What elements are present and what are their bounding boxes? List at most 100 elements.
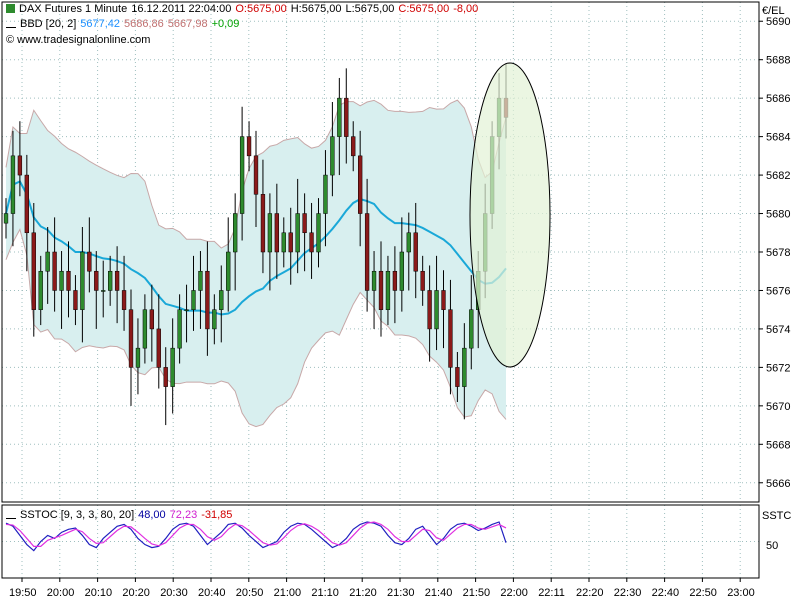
y-tick-label: 5666 xyxy=(766,478,790,490)
stoch-k-value: 48,00 xyxy=(138,509,166,521)
candle-body xyxy=(59,270,64,291)
header-open: O:5675,00 xyxy=(235,3,287,15)
candle-body xyxy=(309,232,314,253)
band-lower-value: 5667,98 xyxy=(167,18,208,30)
candle-body xyxy=(253,155,259,195)
candle-body xyxy=(260,194,266,253)
candle-body xyxy=(399,251,404,291)
highlight-ellipse-shape xyxy=(469,62,551,368)
y-tick-label: 5668 xyxy=(766,439,790,451)
price-axis: 5666 5668 5670 5672 5674 5676 5678 5680 5682 5684… xyxy=(759,16,790,490)
candle-body xyxy=(455,367,460,387)
stoch-tick-50: 50 xyxy=(766,540,778,552)
candle-body xyxy=(212,309,217,330)
y-tick-label: 5674 xyxy=(766,324,790,336)
x-tick-label: 20:10 xyxy=(85,587,113,599)
candle-body xyxy=(246,136,252,157)
band-header: BBD [20, 2] 5677,42 5686,86 5667,98 +0,09 xyxy=(6,18,243,31)
candle-body xyxy=(38,270,43,310)
y-tick-label: 5682 xyxy=(766,170,790,182)
candle-body xyxy=(239,136,245,214)
wave-icon xyxy=(6,21,16,28)
candle-body xyxy=(288,232,293,253)
candle-body xyxy=(163,367,168,387)
stoch-d-value: 72,23 xyxy=(169,509,198,521)
y-tick-label: 5676 xyxy=(766,285,790,297)
header-change: -8,00 xyxy=(453,3,479,15)
y-tick-label: 5680 xyxy=(766,209,790,221)
candle-body xyxy=(281,232,286,253)
candle-body xyxy=(121,290,127,310)
header-datetime: 16.12.2011 22:04:00 xyxy=(131,3,232,15)
stoch-diff-value: -31,85 xyxy=(201,509,233,521)
candle-body xyxy=(128,309,134,368)
x-tick-label: 21:30 xyxy=(387,587,415,599)
candle-body xyxy=(274,213,279,253)
candle-body xyxy=(198,270,203,291)
y-tick-label: 5686 xyxy=(766,93,790,105)
candle-body xyxy=(267,213,273,253)
copyright-text: © www.tradesignalonline.com xyxy=(6,34,151,46)
candle-body xyxy=(94,270,99,291)
x-tick-label: 20:00 xyxy=(47,587,75,599)
band-upper-value: 5686,86 xyxy=(124,18,164,30)
candle-body xyxy=(406,232,411,253)
candle-body xyxy=(45,251,50,272)
candle-body xyxy=(462,347,467,387)
stoch-unit-label: SSTC xyxy=(762,510,791,522)
candle-body xyxy=(17,155,23,176)
candle-body xyxy=(233,213,238,253)
candle-body xyxy=(226,251,231,291)
candle-body xyxy=(191,290,196,310)
header-low: L:5675,00 xyxy=(345,3,395,15)
candle-body xyxy=(101,290,106,292)
y-tick-label: 5684 xyxy=(766,132,790,144)
x-tick-label: 22:50 xyxy=(689,587,717,599)
candle-body xyxy=(392,270,398,291)
x-tick-label: 22:20 xyxy=(576,587,604,599)
candle-body xyxy=(10,155,16,214)
candle-body xyxy=(184,309,189,311)
x-tick-label: 22:40 xyxy=(652,587,680,599)
price-header: DAX Futures 1 Minute 16.12.2011 22:04:00 O… xyxy=(6,3,482,16)
x-tick-label: 21:20 xyxy=(349,587,377,599)
x-tick-label: 22:00 xyxy=(500,587,528,599)
wave-icon xyxy=(6,512,16,519)
band-middle-value: 5677,42 xyxy=(80,18,121,30)
candle-symbol-icon xyxy=(6,4,15,13)
x-tick-label: 21:00 xyxy=(274,587,302,599)
candle-body xyxy=(24,174,29,234)
candle-body xyxy=(371,270,377,291)
y-tick-label: 5690 xyxy=(766,16,790,28)
y-tick-label: 5678 xyxy=(766,247,790,259)
band-diff-value: +0,09 xyxy=(211,18,240,30)
x-tick-label: 21:40 xyxy=(425,587,453,599)
candle-body xyxy=(364,213,370,291)
header-symbol: DAX Futures 1 Minute xyxy=(19,3,128,15)
candle-body xyxy=(469,309,474,349)
header-close: C:5675,00 xyxy=(398,3,450,15)
x-tick-label: 23:00 xyxy=(727,587,755,599)
x-tick-label: 20:20 xyxy=(122,587,150,599)
candle-body xyxy=(31,232,36,310)
candle-body xyxy=(87,251,92,272)
price-unit-label: €/EL xyxy=(762,5,785,17)
header-high: H:5675,00 xyxy=(290,3,342,15)
x-tick-label: 21:50 xyxy=(463,587,491,599)
candle-body xyxy=(302,213,307,234)
band-indicator-name: BBD [20, 2] xyxy=(20,18,77,30)
candle-body xyxy=(337,97,342,137)
time-axis: 19:50 20:00 20:10 20:20 20:30 20:40 20:50 21:00… xyxy=(9,578,755,599)
x-tick-label: 22:30 xyxy=(614,587,642,599)
x-tick-label: 19:50 xyxy=(9,587,37,599)
stoch-header: SSTOC [9, 3, 3, 80, 20] 48,00 72,23 -31,85 xyxy=(6,509,236,522)
x-tick-label: 20:50 xyxy=(236,587,264,599)
candle-body xyxy=(205,270,210,330)
x-tick-label: 21:10 xyxy=(311,587,339,599)
candle-body xyxy=(441,290,446,310)
candle-body xyxy=(330,136,335,176)
candle-body xyxy=(420,270,425,291)
candle-body xyxy=(219,290,224,310)
candle-body xyxy=(73,290,78,310)
candle-body xyxy=(108,270,113,291)
